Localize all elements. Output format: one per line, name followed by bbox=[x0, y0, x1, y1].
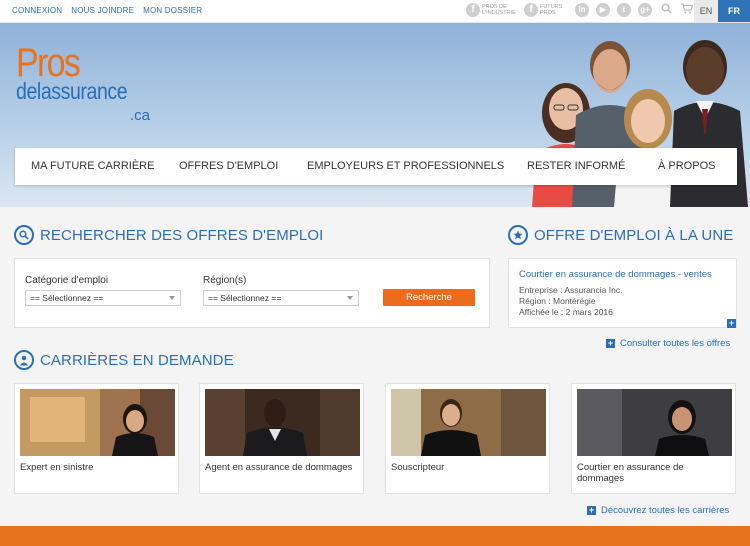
plus-icon[interactable]: + bbox=[727, 319, 736, 328]
person-icon bbox=[14, 350, 34, 370]
site-logo[interactable]: Pros delassurance .ca bbox=[16, 41, 150, 124]
featured-section-header: OFFRE D'EMPLOI À LA UNE bbox=[508, 225, 733, 245]
chevron-down-icon bbox=[169, 296, 175, 300]
chevron-down-icon bbox=[347, 296, 353, 300]
career-card-label: Expert en sinistre bbox=[20, 462, 94, 473]
career-card[interactable]: Souscripteur bbox=[385, 383, 550, 494]
career-video-thumbnail bbox=[577, 389, 732, 456]
hero-banner: Pros delassurance .ca MA FUTURE CARRIÈRE… bbox=[0, 23, 750, 207]
featured-job-title[interactable]: Courtier en assurance de dommages - vent… bbox=[519, 269, 712, 280]
featured-job-company: Entreprise : Assurancia Inc. bbox=[519, 285, 623, 295]
region-label: Région(s) bbox=[203, 275, 247, 286]
contact-link[interactable]: NOUS JOINDRE bbox=[71, 6, 134, 15]
google-plus-icon[interactable]: g+ bbox=[638, 3, 652, 17]
category-select[interactable]: == Sélectionnez == bbox=[25, 290, 181, 306]
top-links: CONNEXION NOUS JOINDRE MON DOSSIER bbox=[12, 6, 202, 15]
careers-section-title: CARRIÈRES EN DEMANDE bbox=[40, 351, 234, 369]
facebook-industry-link[interactable]: f PROS DE L'INDUSTRIE bbox=[466, 3, 520, 17]
main-nav: MA FUTURE CARRIÈRE OFFRES D'EMPLOI EMPLO… bbox=[15, 148, 737, 185]
search-section-title: RECHERCHER DES OFFRES D'EMPLOI bbox=[40, 226, 324, 244]
facebook-future-label: FUTURS PROS bbox=[540, 4, 563, 16]
career-card-label: Courtier en assurance de dommages bbox=[577, 462, 684, 484]
career-card[interactable]: Courtier en assurance de dommages bbox=[571, 383, 736, 494]
facebook-icon: f bbox=[524, 3, 538, 17]
search-icon[interactable] bbox=[659, 3, 673, 17]
search-button[interactable]: Recherche bbox=[383, 289, 475, 306]
cart-icon[interactable] bbox=[681, 3, 694, 17]
nav-employers[interactable]: EMPLOYEURS ET PROFESSIONNELS bbox=[307, 160, 504, 172]
my-file-link[interactable]: MON DOSSIER bbox=[143, 6, 202, 15]
nav-stay-informed[interactable]: RESTER INFORMÉ bbox=[527, 160, 625, 172]
job-search-form: Catégorie d'emploi == Sélectionnez == Ré… bbox=[14, 258, 490, 328]
twitter-icon[interactable]: t bbox=[617, 3, 631, 17]
facebook-future-link[interactable]: f FUTURS PROS bbox=[524, 3, 564, 17]
nav-about[interactable]: À PROPOS bbox=[658, 160, 715, 172]
career-card[interactable]: Agent en assurance de dommages bbox=[199, 383, 364, 494]
region-select-value: == Sélectionnez == bbox=[208, 293, 282, 303]
plus-icon: + bbox=[587, 505, 596, 515]
nav-future-career[interactable]: MA FUTURE CARRIÈRE bbox=[31, 160, 154, 172]
career-video-thumbnail bbox=[20, 389, 175, 456]
star-icon bbox=[508, 225, 528, 245]
logo-de-text: delassurance bbox=[16, 78, 128, 104]
facebook-icon: f bbox=[466, 3, 480, 17]
login-link[interactable]: CONNEXION bbox=[12, 6, 62, 15]
youtube-icon[interactable]: ▶ bbox=[596, 3, 610, 17]
featured-section-title: OFFRE D'EMPLOI À LA UNE bbox=[534, 226, 734, 244]
footer-bar bbox=[0, 526, 750, 546]
career-video-thumbnail bbox=[391, 389, 546, 456]
lang-en-button[interactable]: EN bbox=[694, 0, 718, 22]
all-careers-link[interactable]: + Découvrez toutes les carrières bbox=[587, 505, 729, 516]
category-label: Catégorie d'emploi bbox=[25, 275, 109, 286]
career-card[interactable]: Expert en sinistre bbox=[14, 383, 179, 494]
facebook-industry-label: PROS DE L'INDUSTRIE bbox=[482, 4, 516, 16]
social-links: f PROS DE L'INDUSTRIE f FUTURS PROS in ▶… bbox=[466, 3, 694, 17]
top-bar: CONNEXION NOUS JOINDRE MON DOSSIER f PRO… bbox=[0, 0, 750, 23]
search-icon bbox=[14, 225, 34, 245]
logo-pros-text: Pros bbox=[16, 41, 81, 85]
logo-ca-text: .ca bbox=[130, 107, 151, 124]
lang-fr-button[interactable]: FR bbox=[718, 0, 750, 22]
all-offers-link[interactable]: + Consulter toutes les offres bbox=[606, 338, 730, 349]
all-careers-label: Découvrez toutes les carrières bbox=[601, 505, 730, 516]
featured-job-card: Courtier en assurance de dommages - vent… bbox=[508, 258, 737, 328]
category-select-value: == Sélectionnez == bbox=[30, 293, 104, 303]
nav-job-offers[interactable]: OFFRES D'EMPLOI bbox=[179, 160, 278, 172]
career-video-thumbnail bbox=[205, 389, 360, 456]
linkedin-icon[interactable]: in bbox=[575, 3, 589, 17]
career-card-label: Agent en assurance de dommages bbox=[205, 462, 353, 473]
featured-job-region: Région : Montérégie bbox=[519, 296, 596, 306]
search-section-header: RECHERCHER DES OFFRES D'EMPLOI bbox=[14, 225, 323, 245]
careers-section-header: CARRIÈRES EN DEMANDE bbox=[14, 350, 234, 370]
featured-job-date: Affichée le : 2 mars 2016 bbox=[519, 307, 613, 317]
region-select[interactable]: == Sélectionnez == bbox=[203, 290, 359, 306]
all-offers-label: Consulter toutes les offres bbox=[620, 338, 731, 349]
career-card-label: Souscripteur bbox=[391, 462, 445, 473]
plus-icon: + bbox=[606, 338, 615, 348]
